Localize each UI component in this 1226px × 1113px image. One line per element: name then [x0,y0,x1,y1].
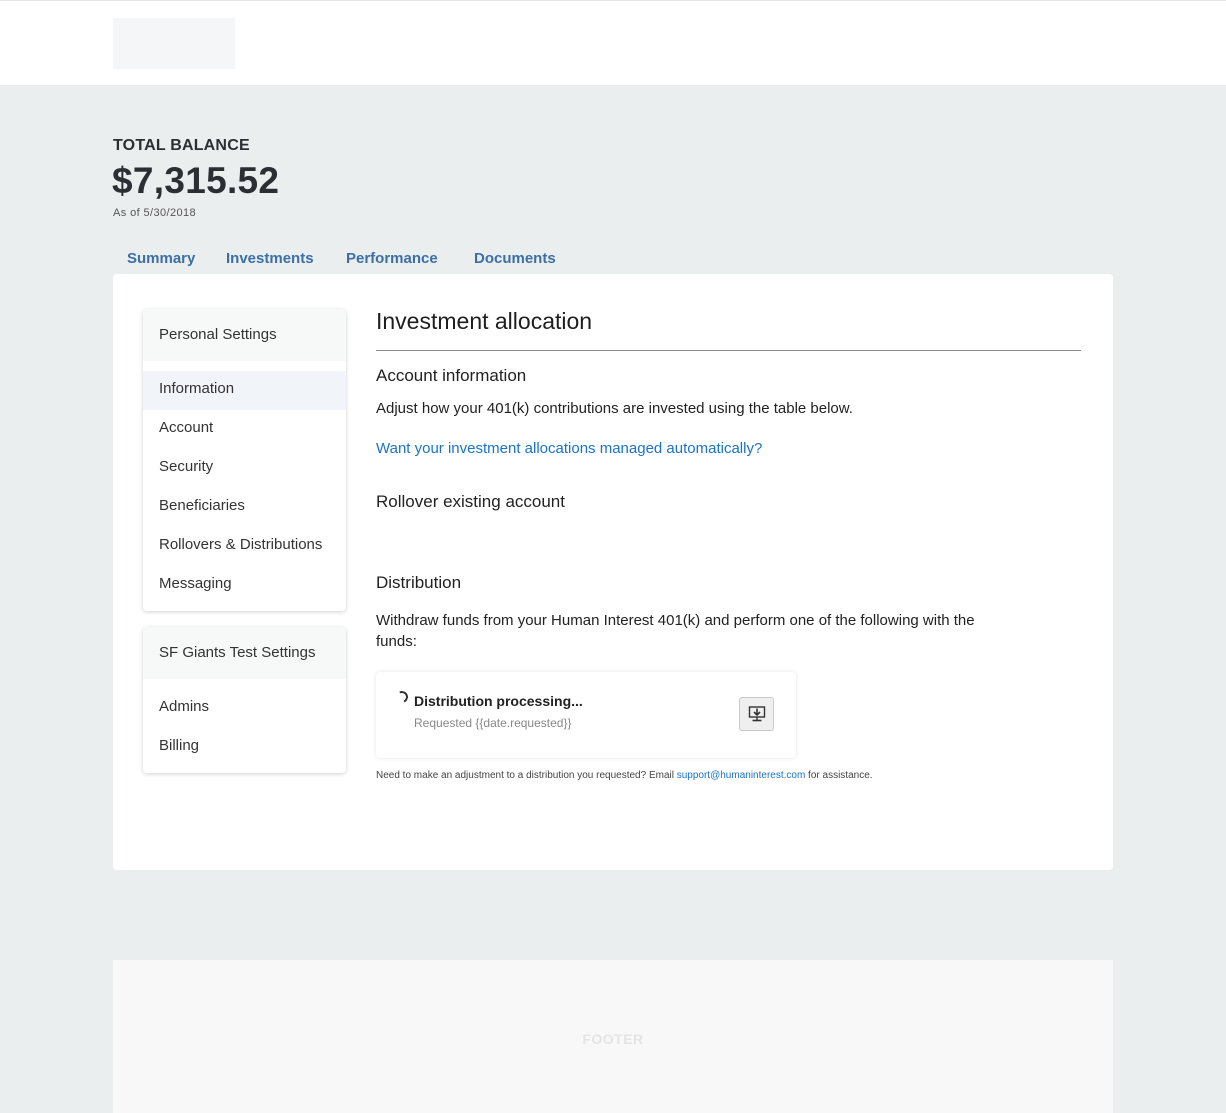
sidebar-item-security[interactable]: Security [143,449,346,488]
personal-settings-menu: Personal Settings Information Account Se… [143,309,346,611]
settings-panel: Personal Settings Information Account Se… [113,274,1113,870]
managed-allocations-link[interactable]: Want your investment allocations managed… [376,440,762,457]
sidebar-item-account[interactable]: Account [143,410,346,449]
tab-documents[interactable]: Documents [474,250,556,267]
sidebar-item-billing[interactable]: Billing [143,728,346,767]
account-information-text: Adjust how your 401(k) contributions are… [376,400,853,417]
distribution-text: Withdraw funds from your Human Interest … [376,612,975,650]
support-email-link[interactable]: support@humaninterest.com [677,770,806,781]
sidebar-item-admins[interactable]: Admins [143,689,346,728]
sidebar-item-messaging[interactable]: Messaging [143,566,346,605]
rollover-heading: Rollover existing account [376,492,565,511]
distribution-help-note: Need to make an adjustment to a distribu… [376,770,873,781]
footer-label: FOOTER [582,1031,644,1047]
company-settings-menu: SF Giants Test Settings Admins Billing [143,627,346,773]
tab-performance[interactable]: Performance [346,250,438,267]
total-balance-label: TOTAL BALANCE [113,137,250,154]
download-icon [748,706,765,722]
top-header [0,0,1226,85]
tab-summary[interactable]: Summary [127,250,195,267]
footer: FOOTER [113,960,1113,1113]
page-title: Investment allocation [376,308,593,334]
sidebar-item-information[interactable]: Information [143,371,346,410]
title-divider [376,350,1081,351]
logo-placeholder[interactable] [113,18,235,69]
loading-spinner-icon [394,689,410,705]
distribution-heading: Distribution [376,573,462,592]
download-button[interactable] [739,697,774,731]
distribution-status-card: Distribution processing... Requested {{d… [376,672,796,758]
account-information-heading: Account information [376,366,527,385]
note-text-after: for assistance. [805,770,873,781]
note-text-before: Need to make an adjustment to a distribu… [376,770,677,781]
sidebar-item-beneficiaries[interactable]: Beneficiaries [143,488,346,527]
distribution-requested-date: Requested {{date.requested}} [414,716,572,730]
company-settings-heading: SF Giants Test Settings [143,627,346,679]
personal-settings-heading: Personal Settings [143,309,346,361]
tab-investments[interactable]: Investments [226,250,314,267]
total-balance-value: $7,315.52 [112,160,280,201]
sidebar-item-rollovers-distributions[interactable]: Rollovers & Distributions [143,527,346,566]
distribution-status-title: Distribution processing... [414,693,583,709]
balance-as-of-date: As of 5/30/2018 [113,207,197,219]
